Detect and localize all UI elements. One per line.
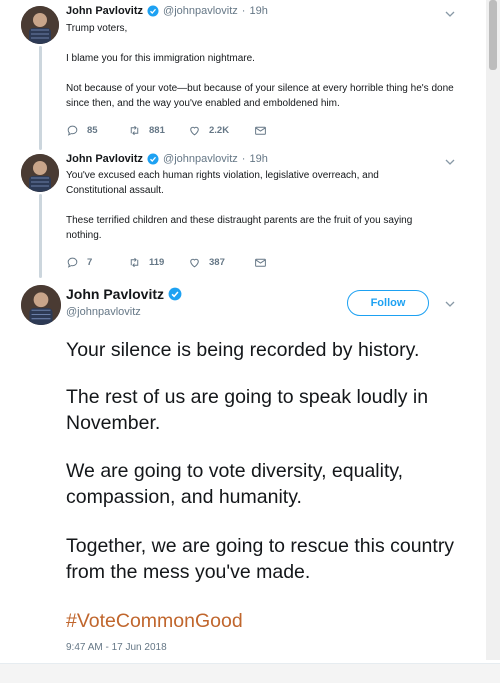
tweet-time[interactable]: 19h bbox=[249, 153, 267, 165]
reply-button[interactable]: 85 bbox=[66, 124, 128, 137]
author-name[interactable]: John Pavlovitz bbox=[66, 5, 143, 17]
like-count: 387 bbox=[209, 257, 225, 268]
separator-dot: · bbox=[241, 153, 246, 165]
like-button[interactable]: 387 bbox=[188, 256, 254, 269]
tweet-paragraph: Your silence is being recorded by histor… bbox=[66, 339, 420, 361]
retweet-button[interactable]: 881 bbox=[128, 124, 188, 137]
tweet-text: Trump voters, I blame you for this immig… bbox=[66, 23, 454, 109]
main-tweet: John Pavlovitz @johnpavlovitz Follow You… bbox=[0, 280, 480, 660]
chevron-down-icon[interactable] bbox=[445, 299, 455, 309]
dm-button[interactable] bbox=[254, 124, 267, 137]
reply-count: 85 bbox=[87, 125, 98, 136]
hashtag-link[interactable]: #VoteCommonGood bbox=[66, 608, 476, 634]
verified-badge-icon bbox=[147, 153, 159, 165]
retweet-button[interactable]: 119 bbox=[128, 256, 188, 269]
thread-tweet[interactable]: John Pavlovitz @johnpavlovitz · 19h You'… bbox=[0, 150, 480, 280]
reply-icon bbox=[67, 257, 78, 268]
author-name[interactable]: John Pavlovitz bbox=[66, 286, 164, 302]
envelope-icon bbox=[255, 126, 266, 135]
chevron-down-icon[interactable] bbox=[445, 9, 455, 19]
tweet-paragraph: The rest of us are going to speak loudly… bbox=[66, 386, 429, 434]
separator-dot: · bbox=[241, 5, 246, 17]
follow-button[interactable]: Follow bbox=[347, 290, 429, 316]
heart-icon bbox=[190, 258, 199, 268]
like-count: 2.2K bbox=[209, 125, 230, 136]
tweet-timestamp[interactable]: 9:47 AM - 17 Jun 2018 bbox=[66, 642, 167, 653]
tweet-text: You've excused each human rights violati… bbox=[66, 170, 413, 241]
thread-tweet[interactable]: John Pavlovitz @johnpavlovitz · 19h Trum… bbox=[0, 0, 480, 150]
reply-button[interactable]: 7 bbox=[66, 256, 128, 269]
envelope-icon bbox=[255, 258, 266, 267]
bottom-bar bbox=[0, 663, 500, 683]
avatar[interactable] bbox=[21, 154, 59, 192]
reply-icon bbox=[67, 125, 78, 136]
avatar[interactable] bbox=[21, 6, 59, 44]
retweet-icon bbox=[130, 125, 139, 136]
author-handle[interactable]: @johnpavlovitz bbox=[163, 153, 238, 165]
retweet-count: 119 bbox=[149, 257, 165, 268]
verified-badge-icon bbox=[147, 5, 159, 17]
retweet-count: 881 bbox=[149, 125, 165, 136]
author-handle[interactable]: @johnpavlovitz bbox=[66, 306, 141, 318]
tweet-paragraph: Together, we are going to rescue this co… bbox=[66, 535, 455, 583]
chevron-down-icon[interactable] bbox=[445, 157, 455, 167]
verified-badge-icon bbox=[168, 287, 182, 301]
author-handle[interactable]: @johnpavlovitz bbox=[163, 5, 238, 17]
heart-icon bbox=[190, 126, 199, 136]
like-button[interactable]: 2.2K bbox=[188, 124, 254, 137]
avatar[interactable] bbox=[21, 285, 61, 325]
scrollbar[interactable] bbox=[486, 0, 500, 660]
author-name[interactable]: John Pavlovitz bbox=[66, 153, 143, 165]
dm-button[interactable] bbox=[254, 256, 267, 269]
retweet-icon bbox=[130, 257, 139, 268]
scrollbar-thumb[interactable] bbox=[489, 0, 497, 70]
tweet-time[interactable]: 19h bbox=[249, 5, 267, 17]
tweet-paragraph: We are going to vote diversity, equality… bbox=[66, 460, 404, 508]
reply-count: 7 bbox=[87, 257, 93, 268]
